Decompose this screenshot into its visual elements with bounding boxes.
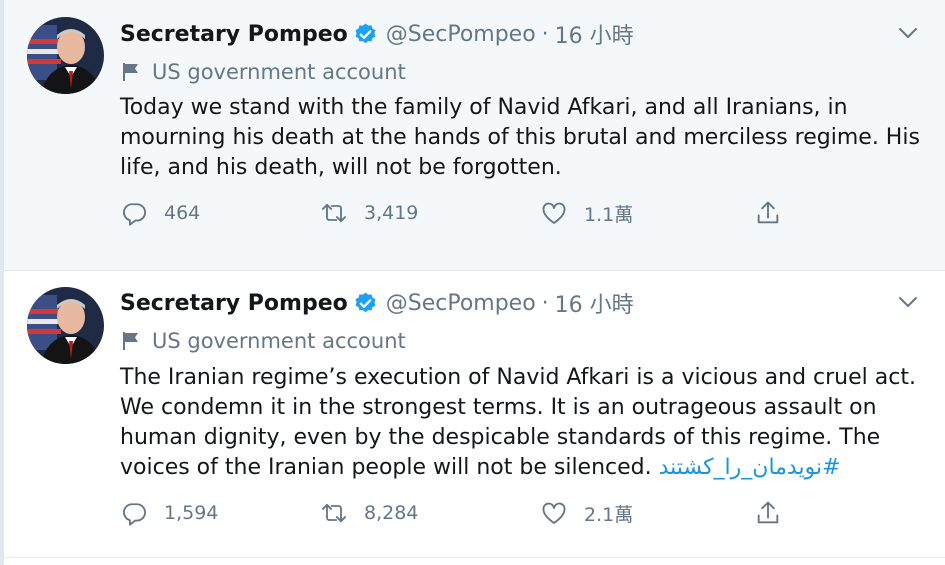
tweet-text: Today we stand with the family of Navid … [120,93,920,183]
account-label-text: US government account [152,60,406,84]
tweet-text: The Iranian regime’s execution of Navid … [120,363,920,483]
retweet-count: 3,419 [364,202,419,224]
account-label: US government account [120,326,406,356]
like-count: 1.1萬 [584,203,634,226]
avatar[interactable] [27,17,104,94]
account-label: US government account [120,57,406,87]
separator: · [541,290,549,316]
retweet-button[interactable]: 8,284 [320,498,418,528]
verified-badge-icon [353,22,378,47]
heart-icon [542,502,566,524]
heart-icon [542,202,566,224]
tweet[interactable]: Secretary Pompeo @SecPompeo · 16 小時 US g… [0,271,945,558]
thread-rule [0,558,4,565]
share-icon [757,201,779,224]
chevron-down-icon[interactable] [897,22,919,44]
timestamp[interactable]: 16 小時 [555,18,634,50]
account-label-text: US government account [152,329,406,353]
tweet-body: Today we stand with the family of Navid … [120,95,920,180]
tweet-partial [0,558,945,565]
share-button[interactable] [754,198,782,228]
tweet-actions: 464 3,419 1.1萬 [120,198,820,228]
tweet-actions: 1,594 8,284 2.1萬 [120,498,820,528]
retweet-button[interactable]: 3,419 [320,198,418,228]
thread-rule [0,0,4,270]
chevron-down-icon[interactable] [897,291,919,313]
author-handle[interactable]: @SecPompeo [386,291,536,316]
reply-icon [122,503,146,526]
tweet-feed: Secretary Pompeo @SecPompeo · 16 小時 US g… [0,0,945,565]
retweet-icon [321,503,347,523]
avatar[interactable] [27,287,104,364]
separator: · [541,21,549,47]
tweet[interactable]: Secretary Pompeo @SecPompeo · 16 小時 US g… [0,0,945,271]
flag-icon [120,61,142,83]
reply-count: 1,594 [164,502,219,524]
thread-rule [0,271,4,557]
share-icon [757,501,779,524]
author-name[interactable]: Secretary Pompeo [120,22,348,47]
retweet-icon [321,203,347,223]
like-button[interactable]: 2.1萬 [540,498,633,528]
author-name[interactable]: Secretary Pompeo [120,291,348,316]
share-button[interactable] [754,498,782,528]
like-count: 2.1萬 [584,503,634,526]
verified-badge-icon [353,291,378,316]
reply-count: 464 [164,202,201,224]
hashtag-link[interactable]: #نویدمان_را_کشتند [659,455,841,480]
like-button[interactable]: 1.1萬 [540,198,633,228]
author-handle[interactable]: @SecPompeo [386,22,536,47]
reply-button[interactable]: 464 [120,198,200,228]
reply-icon [122,203,146,226]
timestamp[interactable]: 16 小時 [555,287,634,319]
tweet-header: Secretary Pompeo @SecPompeo · 16 小時 [120,18,634,50]
flag-icon [120,330,142,352]
retweet-count: 8,284 [364,502,419,524]
tweet-header: Secretary Pompeo @SecPompeo · 16 小時 [120,287,634,319]
reply-button[interactable]: 1,594 [120,498,218,528]
